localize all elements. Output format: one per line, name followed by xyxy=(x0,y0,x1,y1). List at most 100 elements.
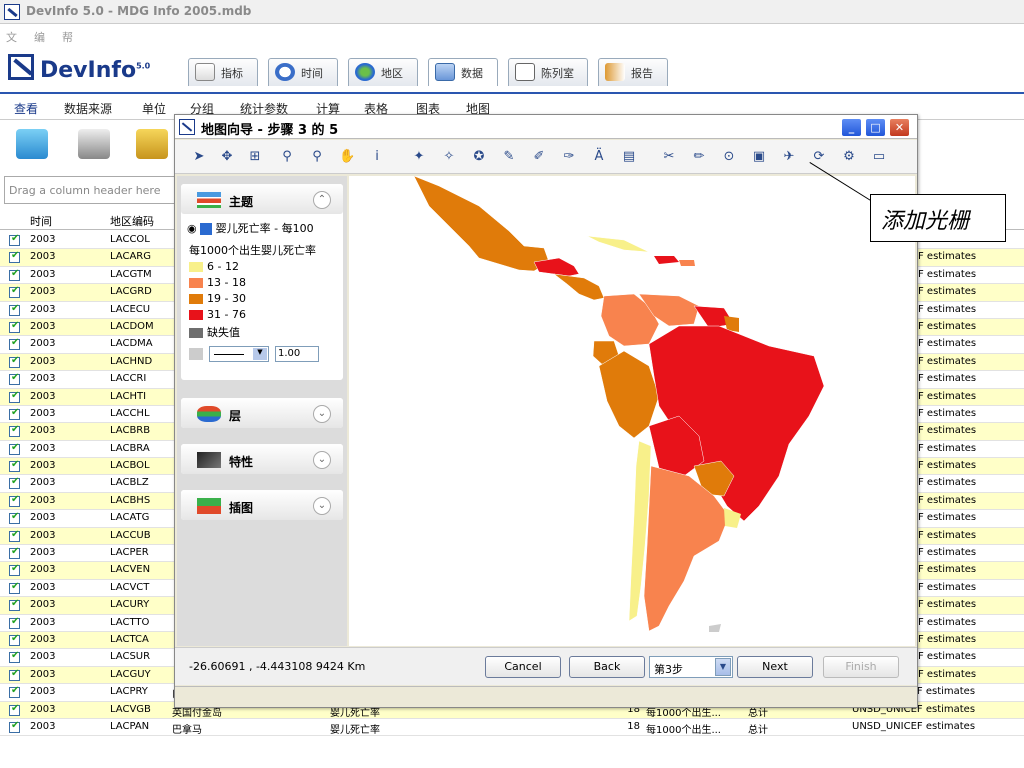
row-checkbox[interactable] xyxy=(9,685,20,699)
measure-icon[interactable]: ✑ xyxy=(561,149,577,165)
legend-item: 6 - 12 xyxy=(189,260,239,273)
next-button[interactable]: Next xyxy=(737,656,813,678)
tab-gallery[interactable]: 陈列室 xyxy=(508,58,588,86)
expand-icon[interactable]: ⌄ xyxy=(313,451,331,469)
menu2-source[interactable]: 数据来源 xyxy=(64,100,112,117)
pointer-icon[interactable]: ➤ xyxy=(191,149,207,165)
pan-center-icon[interactable]: ✥ xyxy=(219,149,235,165)
row-checkbox[interactable] xyxy=(9,546,20,560)
row-checkbox[interactable] xyxy=(9,633,20,646)
settings-icon[interactable]: ⚙ xyxy=(841,149,857,165)
row-checkbox[interactable] xyxy=(9,233,20,246)
refresh-icon[interactable]: ⟳ xyxy=(811,149,827,165)
collapse-icon[interactable]: ⌃ xyxy=(313,191,331,209)
inset-panel-header[interactable]: 插图 ⌄ xyxy=(181,490,343,520)
border-color-swatch[interactable] xyxy=(189,348,203,360)
brand-name: DevInfo5.0 xyxy=(40,58,151,83)
printer-icon[interactable] xyxy=(78,129,110,159)
layers-panel-header[interactable]: 层 ⌄ xyxy=(181,398,343,428)
row-checkbox[interactable] xyxy=(9,529,20,542)
database-icon[interactable] xyxy=(136,129,168,159)
legend-item: 31 - 76 xyxy=(189,308,246,321)
row-checkbox[interactable] xyxy=(9,598,20,612)
tab-report[interactable]: 报告 xyxy=(598,58,668,86)
features-panel-header[interactable]: 特性 ⌄ xyxy=(181,444,343,474)
row-checkbox[interactable] xyxy=(9,616,20,629)
latin-america-map[interactable] xyxy=(349,175,915,646)
row-checkbox[interactable] xyxy=(9,285,20,299)
col-area-code[interactable]: 地区编码 xyxy=(110,213,154,229)
line-style-select[interactable]: ▼ xyxy=(209,346,269,362)
row-checkbox[interactable] xyxy=(9,511,20,525)
row-checkbox[interactable] xyxy=(9,494,20,507)
row-checkbox[interactable] xyxy=(9,703,20,716)
row-checkbox[interactable] xyxy=(9,459,20,473)
minimize-button[interactable]: _ xyxy=(841,118,862,137)
back-button[interactable]: Back xyxy=(569,656,645,678)
row-checkbox[interactable] xyxy=(9,303,20,316)
row-checkbox[interactable] xyxy=(9,337,20,351)
row-checkbox[interactable] xyxy=(9,668,20,681)
label-edit-icon[interactable]: ✏ xyxy=(691,149,707,165)
north-arrow-icon[interactable]: Ä xyxy=(591,149,607,165)
map-canvas[interactable] xyxy=(349,175,915,646)
features-panel: 特性 ⌄ xyxy=(181,444,343,474)
maximize-button[interactable]: □ xyxy=(865,118,886,137)
col-year[interactable]: 时间 xyxy=(30,213,52,229)
add-raster-callout: 添加光栅 xyxy=(870,194,1006,242)
add-raster-icon[interactable]: ✈ xyxy=(781,149,797,165)
tab-indicator[interactable]: 指标 xyxy=(188,58,258,86)
finish-button[interactable]: Finish xyxy=(823,656,899,678)
zoom-box-icon[interactable]: ⊞ xyxy=(247,149,263,165)
cancel-button[interactable]: Cancel xyxy=(485,656,561,678)
row-checkbox[interactable] xyxy=(9,372,20,386)
indicator-icon xyxy=(195,63,215,81)
tab-time[interactable]: 时间 xyxy=(268,58,338,86)
row-checkbox[interactable] xyxy=(9,268,20,281)
table-row[interactable]: 2003 LACPAN 巴拿马 婴儿死亡率 18 每1000个出生... 总计 UNSD_UN… xyxy=(0,719,1024,737)
menu2-view[interactable]: 查看 xyxy=(14,100,38,117)
row-checkbox[interactable] xyxy=(9,407,20,420)
row-checkbox[interactable] xyxy=(9,563,20,577)
line-width-input[interactable]: 1.00 xyxy=(275,346,319,362)
cell-src: F estimates xyxy=(918,320,977,332)
row-checkbox[interactable] xyxy=(9,250,20,264)
draw-line-icon[interactable]: ✎ xyxy=(501,149,517,165)
cell-code: LACGRD xyxy=(110,286,152,298)
zoom-out-icon[interactable]: ⚲ xyxy=(309,149,325,165)
tab-area[interactable]: 地区 xyxy=(348,58,418,86)
open-folder-icon[interactable] xyxy=(16,129,48,159)
row-checkbox[interactable] xyxy=(9,355,20,368)
circle-icon[interactable]: ⊙ xyxy=(721,149,737,165)
hand-icon[interactable]: ✋ xyxy=(339,149,355,165)
save-icon[interactable]: ▣ xyxy=(751,149,767,165)
legend-icon[interactable]: ▤ xyxy=(621,149,637,165)
zoom-in-icon[interactable]: ⚲ xyxy=(279,149,295,165)
window-icon[interactable]: ▭ xyxy=(871,149,887,165)
row-checkbox[interactable] xyxy=(9,720,20,733)
cell-src: F estimates xyxy=(918,651,977,663)
menu2-unit[interactable]: 单位 xyxy=(142,100,166,117)
tab-data[interactable]: 数据 xyxy=(428,58,498,86)
close-button[interactable]: ✕ xyxy=(889,118,910,137)
row-checkbox[interactable] xyxy=(9,650,20,664)
row-checkbox[interactable] xyxy=(9,424,20,438)
select-area-icon[interactable]: ✧ xyxy=(441,149,457,165)
theme-radio[interactable]: ◉ 婴儿死亡率 - 每100 xyxy=(187,220,314,236)
row-checkbox[interactable] xyxy=(9,476,20,490)
row-checkbox[interactable] xyxy=(9,390,20,403)
cell-src: F estimates xyxy=(918,599,977,611)
expand-icon[interactable]: ⌄ xyxy=(313,405,331,423)
select-icon[interactable]: ✦ xyxy=(411,149,427,165)
step-select[interactable]: 第3步 ▼ xyxy=(649,656,733,678)
row-checkbox[interactable] xyxy=(9,581,20,594)
draw-poly-icon[interactable]: ✐ xyxy=(531,149,547,165)
select-point-icon[interactable]: ✪ xyxy=(471,149,487,165)
row-checkbox[interactable] xyxy=(9,320,20,333)
info-icon[interactable]: i xyxy=(369,149,385,165)
group-drag-area[interactable]: Drag a column header here xyxy=(4,176,176,204)
theme-panel-header[interactable]: 主题 ⌃ xyxy=(181,184,343,214)
label-icon[interactable]: ✂ xyxy=(661,149,677,165)
expand-icon[interactable]: ⌄ xyxy=(313,497,331,515)
row-checkbox[interactable] xyxy=(9,442,20,455)
